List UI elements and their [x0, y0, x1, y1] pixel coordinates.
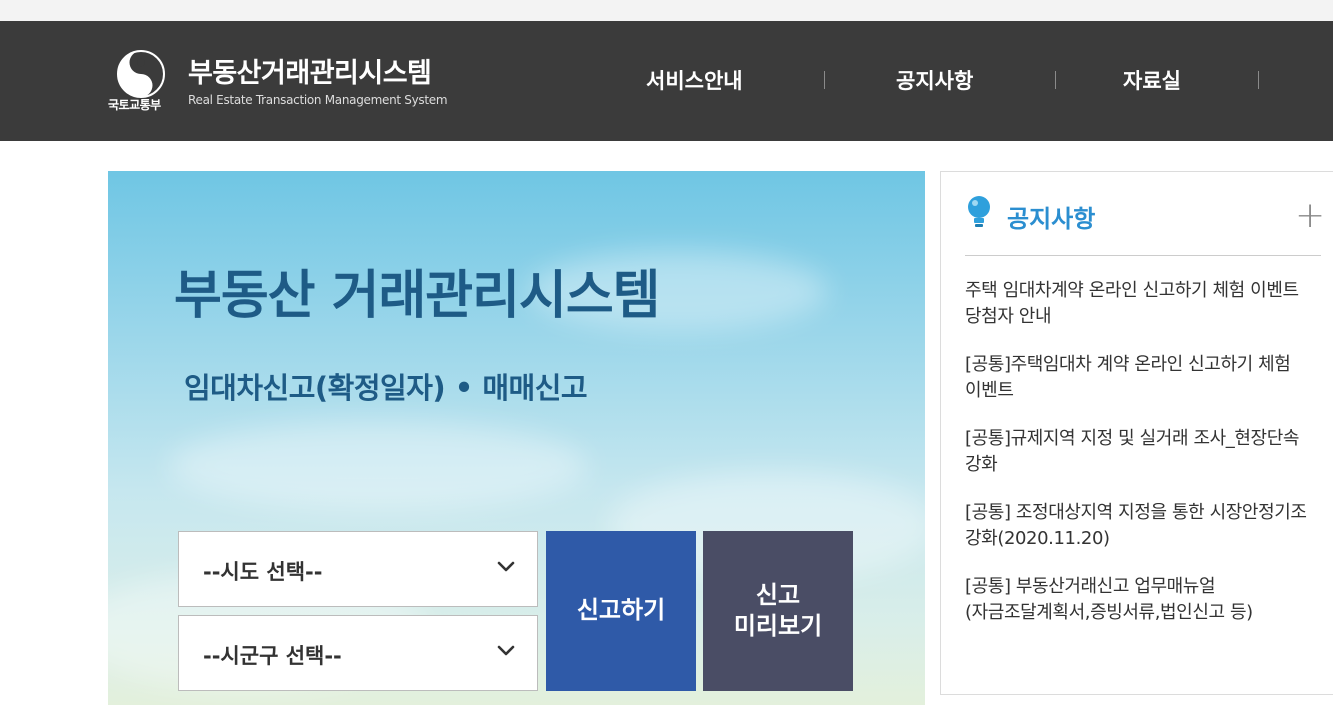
lightbulb-icon — [968, 196, 990, 227]
nav-separator — [1258, 71, 1259, 89]
chevron-down-icon — [497, 645, 515, 656]
notice-item[interactable]: [공통]주택임대차 계약 온라인 신고하기 체험 이벤트 — [965, 352, 1315, 404]
main-nav: 서비스안내 공지사항 자료실 — [0, 21, 1333, 141]
nav-separator — [1055, 71, 1056, 89]
hero-banner: 부동산 거래관리시스템 임대차신고(확정일자) • 매매신고 --시도 선택--… — [108, 171, 925, 705]
plus-icon[interactable]: + — [1295, 198, 1325, 234]
cloud-decoration — [168, 421, 588, 511]
notice-list: 주택 임대차계약 온라인 신고하기 체험 이벤트 당첨자 안내 [공통]주택임대… — [965, 278, 1315, 648]
report-preview-button[interactable]: 신고 미리보기 — [703, 531, 853, 691]
notice-title[interactable]: 공지사항 — [1007, 199, 1095, 234]
notice-item[interactable]: [공통] 부동산거래신고 업무매뉴얼(자금조달계획서,증빙서류,법인신고 등) — [965, 574, 1315, 626]
report-button-label: 신고하기 — [576, 596, 666, 625]
notice-header: 공지사항 + — [965, 190, 1325, 256]
hero-title: 부동산 거래관리시스템 — [174, 266, 661, 326]
sido-select[interactable]: --시도 선택-- — [178, 531, 538, 607]
sigungu-select[interactable]: --시군구 선택-- — [178, 615, 538, 691]
nav-service-guide[interactable]: 서비스안내 — [646, 65, 743, 95]
nav-notice[interactable]: 공지사항 — [896, 65, 973, 95]
sigungu-select-label: --시군구 선택-- — [203, 644, 342, 668]
notice-item[interactable]: [공통] 조정대상지역 지정을 통한 시장안정기조 강화(2020.11.20) — [965, 500, 1315, 552]
notice-item[interactable]: 주택 임대차계약 온라인 신고하기 체험 이벤트 당첨자 안내 — [965, 278, 1315, 330]
sido-select-label: --시도 선택-- — [203, 560, 323, 584]
top-strip — [0, 0, 1333, 21]
preview-button-label-line2: 미리보기 — [733, 612, 823, 640]
nav-separator — [824, 71, 825, 89]
notice-panel: 공지사항 + 주택 임대차계약 온라인 신고하기 체험 이벤트 당첨자 안내 [… — [940, 171, 1333, 695]
report-button[interactable]: 신고하기 — [546, 531, 696, 691]
chevron-down-icon — [497, 561, 515, 572]
hero-subtitle: 임대차신고(확정일자) • 매매신고 — [184, 371, 588, 405]
preview-button-label-line1: 신고 — [755, 580, 801, 609]
notice-item[interactable]: [공통]규제지역 지정 및 실거래 조사_현장단속 강화 — [965, 426, 1315, 478]
nav-archive[interactable]: 자료실 — [1123, 65, 1181, 95]
